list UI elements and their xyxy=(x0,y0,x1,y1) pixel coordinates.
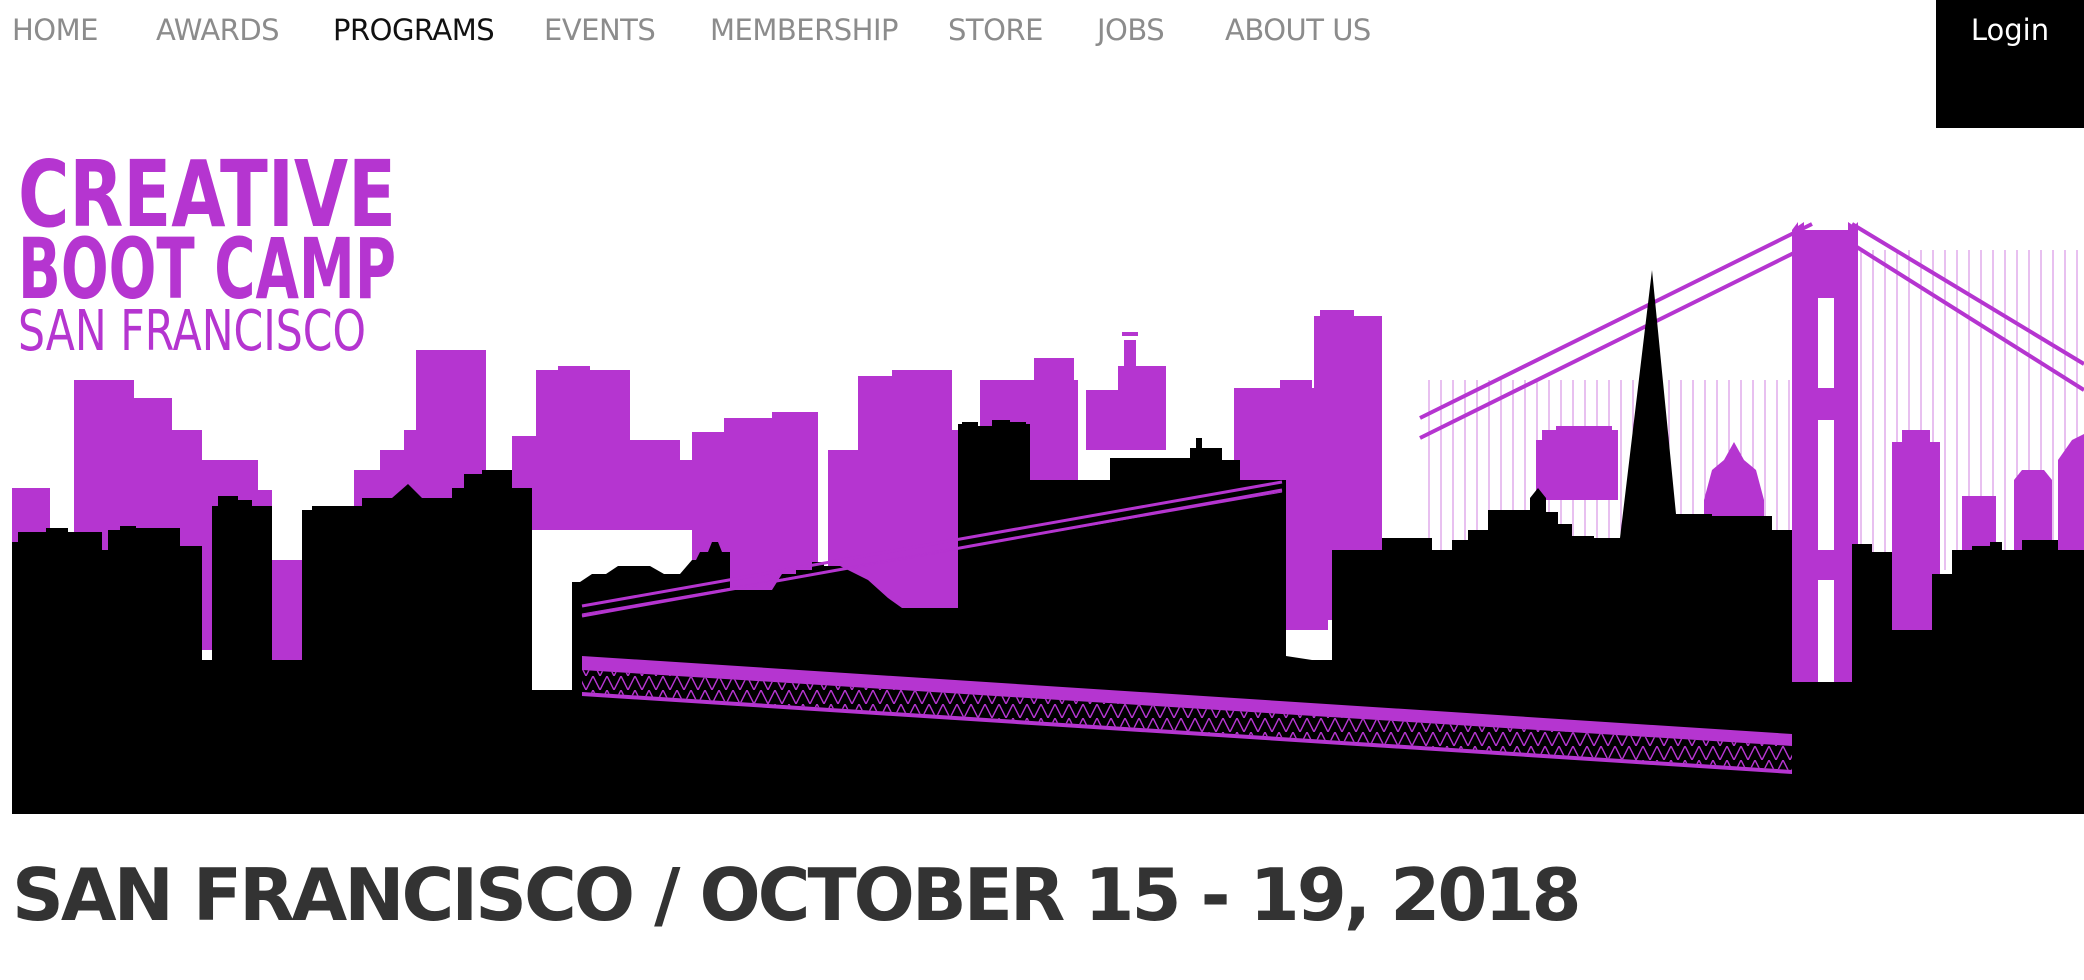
login-button[interactable]: Login xyxy=(1936,0,2084,128)
nav-item-jobs: JOBS xyxy=(1097,10,1165,50)
hero-banner: CREATIVE BOOT CAMP SAN FRANCISCO xyxy=(12,130,2084,814)
nav-link-events[interactable]: EVENTS xyxy=(544,10,656,50)
event-title: SAN FRANCISCO / OCTOBER 15 - 19, 2018 xyxy=(12,853,1582,937)
nav-link-store[interactable]: STORE xyxy=(948,10,1043,50)
city-skyline-illustration: CREATIVE BOOT CAMP SAN FRANCISCO xyxy=(12,141,2084,814)
nav-link-programs[interactable]: PROGRAMS xyxy=(333,10,495,50)
nav-item-programs: PROGRAMS xyxy=(333,10,495,50)
nav-item-store: STORE xyxy=(948,10,1043,50)
nav-item-about-us: ABOUT US xyxy=(1225,10,1371,50)
nav-item-events: EVENTS xyxy=(544,10,656,50)
nav-item-home: HOME xyxy=(12,10,98,50)
nav-item-awards: AWARDS xyxy=(156,10,280,50)
top-navigation: HOME AWARDS PROGRAMS EVENTS MEMBERSHIP S… xyxy=(0,0,2084,130)
nav-item-membership: MEMBERSHIP xyxy=(710,10,899,50)
nav-link-about-us[interactable]: ABOUT US xyxy=(1225,10,1371,50)
nav-link-membership[interactable]: MEMBERSHIP xyxy=(710,10,899,50)
nav-link-home[interactable]: HOME xyxy=(12,10,98,50)
nav-link-jobs[interactable]: JOBS xyxy=(1097,10,1165,50)
creative-boot-camp-logo: CREATIVE BOOT CAMP SAN FRANCISCO xyxy=(18,141,396,364)
logo-line-san-francisco: SAN FRANCISCO xyxy=(18,299,366,364)
login-button-label: Login xyxy=(1970,13,2050,47)
nav-link-awards[interactable]: AWARDS xyxy=(156,10,280,50)
